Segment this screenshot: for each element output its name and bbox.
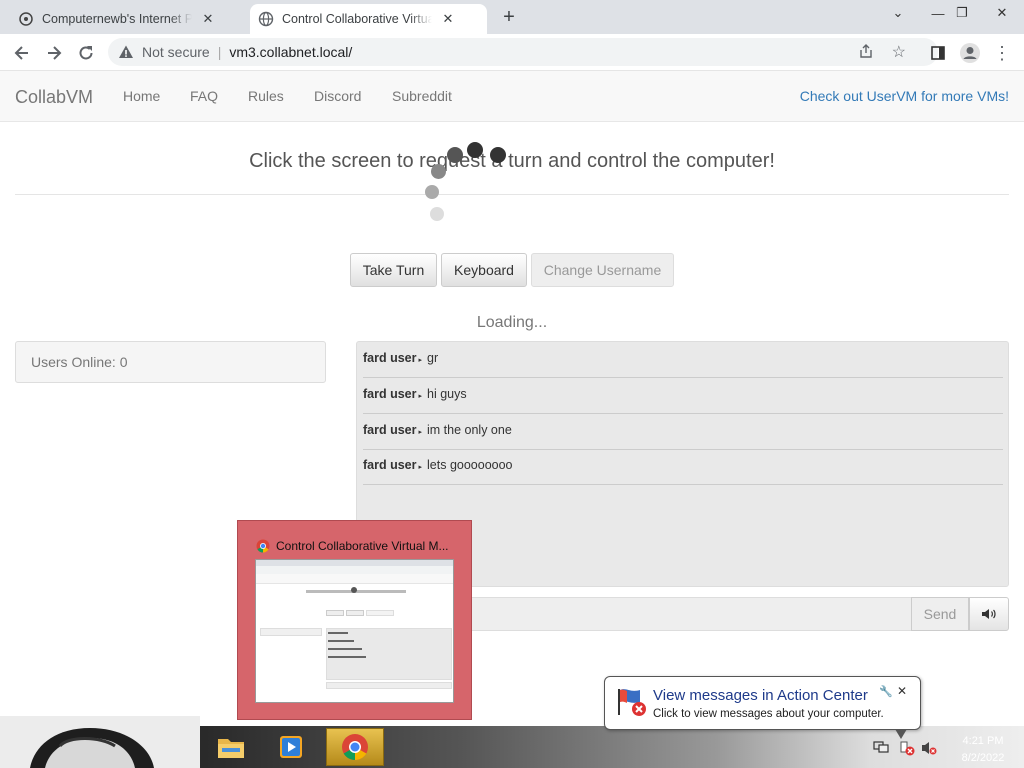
tab-collabvm[interactable]: Control Collaborative Virtual Ma ✕: [250, 4, 487, 34]
url-text: vm3.collabnet.local/: [229, 44, 353, 60]
reload-button[interactable]: [72, 39, 100, 67]
close-tab-icon[interactable]: ✕: [440, 11, 456, 27]
chat-text: lets goooooooo: [427, 458, 513, 472]
action-center-flag-icon: [618, 689, 646, 716]
brand-logo[interactable]: CollabVM: [15, 87, 93, 108]
speaker-icon: [982, 609, 996, 619]
triangle-right-icon: ▸: [418, 429, 423, 436]
volume-button[interactable]: [969, 597, 1009, 631]
browser-tab-bar: Computernewb's Internet Pub Ho ✕ Control…: [0, 0, 1024, 34]
chat-message: fard user ▸ hi guys: [363, 378, 1003, 414]
chat-text: im the only one: [427, 423, 512, 437]
uservm-link[interactable]: Check out UserVM for more VMs!: [800, 88, 1009, 104]
forward-button[interactable]: [40, 39, 68, 67]
back-button[interactable]: [8, 39, 36, 67]
security-label: Not secure: [142, 44, 210, 60]
close-tab-icon[interactable]: ✕: [200, 11, 216, 27]
clock-date: 8/2/2022: [961, 752, 1005, 764]
chrome-icon: [342, 734, 368, 761]
reload-icon: [79, 46, 93, 60]
change-username-button[interactable]: Change Username: [531, 253, 674, 287]
loading-text: Loading...: [476, 314, 548, 331]
profile-avatar-icon[interactable]: [956, 39, 984, 67]
nav-subreddit[interactable]: Subreddit: [392, 88, 452, 104]
taskbar-clock[interactable]: 4:21 PM 8/2/2022: [952, 733, 1014, 767]
chat-input[interactable]: [470, 597, 912, 631]
wrench-icon[interactable]: 🔧: [879, 685, 893, 698]
globe-icon: [258, 11, 274, 27]
bookmark-star-icon[interactable]: ☆: [892, 42, 906, 62]
side-panel-icon[interactable]: [924, 39, 952, 67]
separator: |: [217, 44, 222, 60]
tab-search-chevron-icon[interactable]: ⌄: [882, 0, 914, 26]
tab-title: Computernewb's Internet Pub Ho: [42, 12, 192, 26]
chat-message: fard user ▸ gr: [363, 342, 1003, 378]
tab-title: Control Collaborative Virtual Ma: [282, 12, 432, 26]
users-online-count: Users Online: 0: [31, 354, 128, 370]
taskbar-chrome-button[interactable]: [326, 728, 384, 766]
close-icon[interactable]: ✕: [897, 684, 907, 698]
keyboard-button[interactable]: Keyboard: [441, 253, 527, 287]
nav-rules[interactable]: Rules: [248, 88, 284, 104]
users-online-panel: Users Online: 0: [15, 341, 326, 383]
clock-time: 4:21 PM: [962, 735, 1004, 747]
nav-faq[interactable]: FAQ: [190, 88, 218, 104]
tray-network-icon[interactable]: [873, 740, 889, 759]
chat-username[interactable]: fard user: [363, 351, 417, 365]
chat-message: fard user ▸ lets goooooooo: [363, 449, 1003, 485]
chat-username[interactable]: fard user: [363, 387, 417, 401]
balloon-title[interactable]: View messages in Action Center: [653, 687, 868, 704]
chat-username[interactable]: fard user: [363, 423, 417, 437]
site-favicon-icon: [19, 12, 33, 26]
triangle-right-icon: ▸: [418, 357, 423, 364]
chat-text: gr: [427, 351, 439, 365]
browser-toolbar: Not secure | vm3.collabnet.local/ ☆ ⋮: [0, 34, 1024, 71]
take-turn-button[interactable]: Take Turn: [350, 253, 437, 287]
restore-button[interactable]: ❐: [946, 0, 978, 26]
arrow-left-icon: [14, 46, 28, 60]
share-icon[interactable]: [858, 43, 874, 62]
tab-internet-pub[interactable]: Computernewb's Internet Pub Ho ✕: [10, 4, 246, 34]
wallpaper-photo: [0, 716, 200, 768]
nav-discord[interactable]: Discord: [314, 88, 361, 104]
preview-thumbnail: [255, 559, 454, 703]
chat-message: fard user ▸ im the only one: [363, 414, 1003, 450]
tray-action-center-icon[interactable]: [899, 740, 915, 761]
balloon-tail: [895, 729, 907, 739]
tray-volume-icon[interactable]: [921, 740, 937, 761]
triangle-right-icon: ▸: [418, 464, 423, 471]
send-button[interactable]: Send: [911, 597, 969, 631]
media-player-icon[interactable]: [266, 728, 316, 766]
address-bar[interactable]: Not secure | vm3.collabnet.local/ ☆: [108, 38, 938, 66]
close-window-button[interactable]: ✕: [986, 0, 1018, 26]
triangle-right-icon: ▸: [418, 393, 423, 400]
taskbar-window-preview[interactable]: Control Collaborative Virtual M...: [237, 520, 472, 720]
chat-text: hi guys: [427, 387, 467, 401]
warning-icon: [119, 45, 133, 58]
preview-title: Control Collaborative Virtual M...: [276, 539, 449, 553]
divider: [15, 194, 1009, 195]
chrome-icon: [256, 539, 270, 553]
menu-kebab-icon[interactable]: ⋮: [988, 39, 1016, 67]
file-explorer-icon[interactable]: [206, 728, 256, 766]
balloon-text: Click to view messages about your comput…: [653, 708, 884, 720]
site-navbar: CollabVM Home FAQ Rules Discord Subreddi…: [0, 71, 1024, 122]
new-tab-button[interactable]: +: [498, 6, 520, 28]
arrow-right-icon: [48, 46, 62, 60]
turn-hint-text: Click the screen to request a turn and c…: [249, 150, 775, 172]
nav-home[interactable]: Home: [123, 88, 160, 104]
preview-title-row: Control Collaborative Virtual M...: [256, 539, 449, 553]
action-center-notification[interactable]: View messages in Action Center Click to …: [604, 676, 921, 739]
chat-username[interactable]: fard user: [363, 458, 417, 472]
